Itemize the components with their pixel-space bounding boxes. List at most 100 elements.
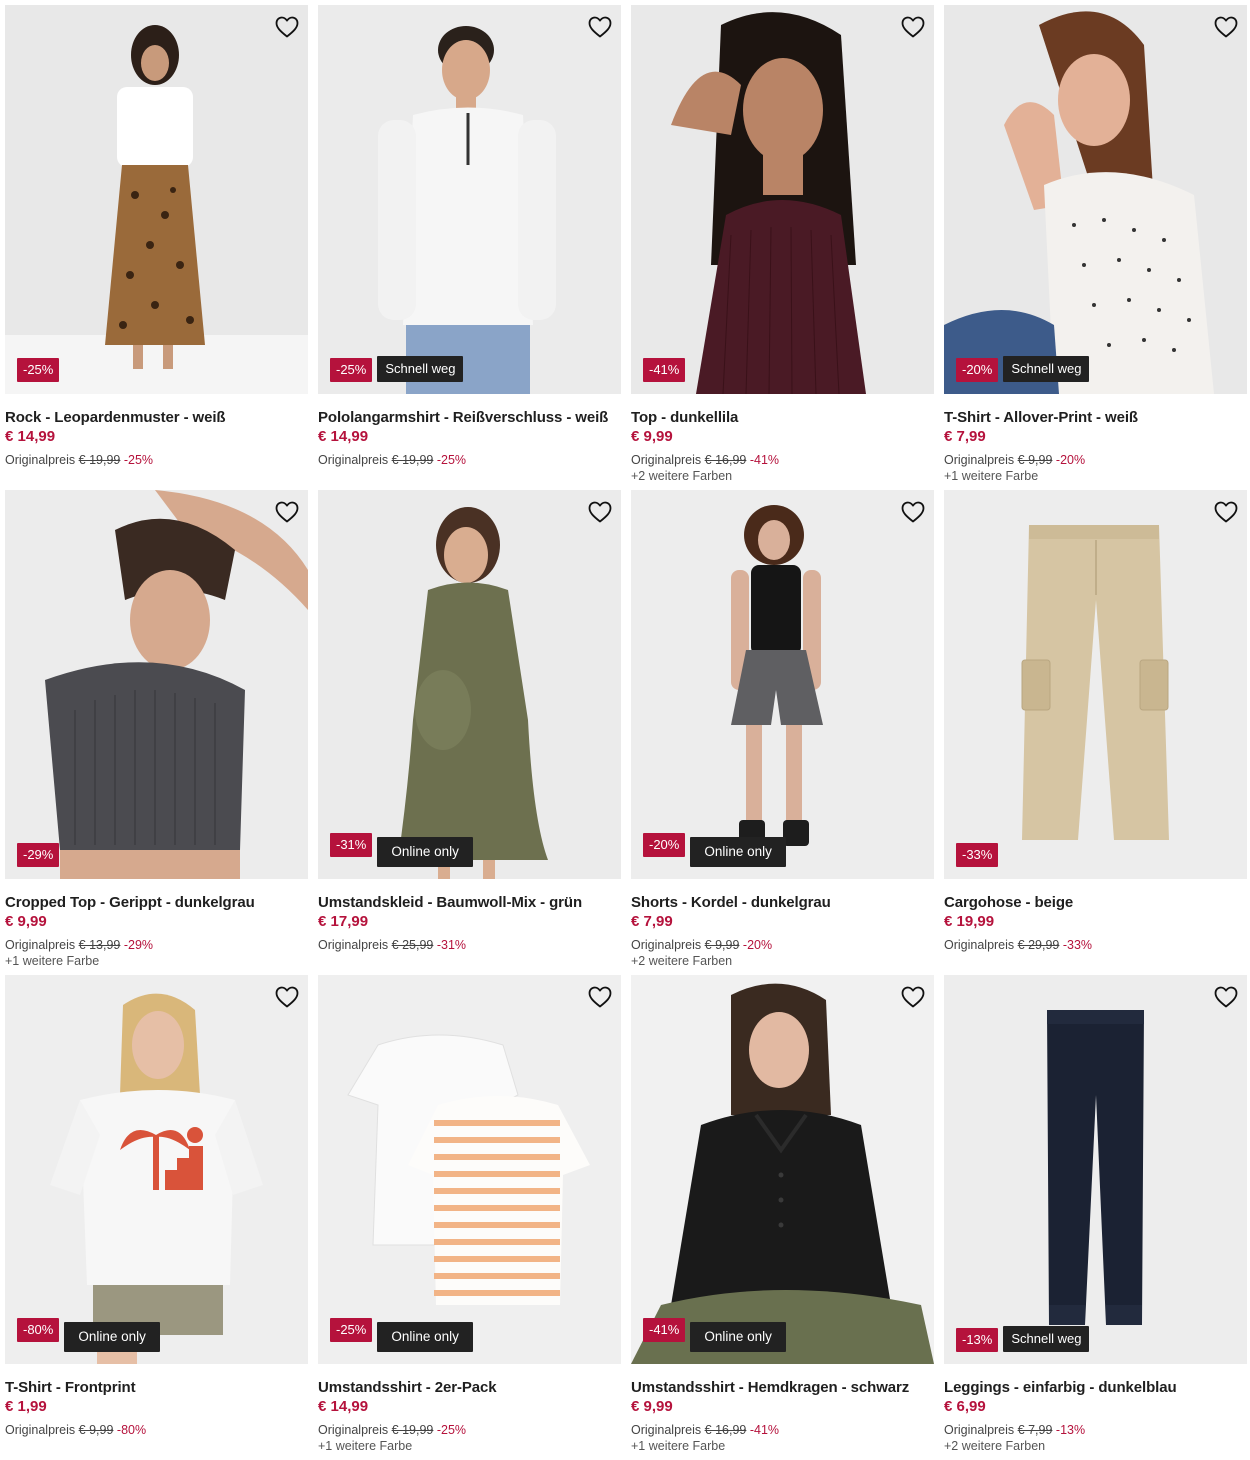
product-title[interactable]: Umstandskleid - Baumwoll-Mix - grün bbox=[318, 893, 621, 912]
more-colors[interactable]: +1 weitere Farbe bbox=[631, 1438, 934, 1454]
product-image[interactable]: -41% Online only bbox=[631, 975, 934, 1364]
product-title[interactable]: Cropped Top - Gerippt - dunkelgrau bbox=[5, 893, 308, 912]
product-image[interactable]: -80% Online only bbox=[5, 975, 308, 1364]
original-price: Originalpreis € 19,99 -25% bbox=[5, 452, 308, 468]
original-price-percent: -25% bbox=[436, 453, 467, 467]
product-photo bbox=[631, 5, 934, 394]
original-price-percent: -29% bbox=[123, 938, 154, 952]
heart-outline-icon bbox=[588, 501, 612, 523]
product-card[interactable]: -25% Rock - Leopardenmuster - weiß € 14,… bbox=[5, 5, 308, 490]
original-price-percent: -25% bbox=[436, 1423, 467, 1437]
product-card[interactable]: -33% Cargohose - beige € 19,99 Originalp… bbox=[944, 490, 1247, 975]
product-photo bbox=[631, 975, 934, 1364]
tag-badge: Schnell weg bbox=[1003, 1326, 1090, 1352]
wishlist-button[interactable] bbox=[1213, 14, 1239, 40]
product-title[interactable]: Shorts - Kordel - dunkelgrau bbox=[631, 893, 934, 912]
discount-badge: -33% bbox=[956, 843, 999, 867]
wishlist-button[interactable] bbox=[274, 984, 300, 1010]
product-card[interactable]: -41% Top - dunkellila € 9,99 Originalpre… bbox=[631, 5, 934, 490]
product-photo bbox=[318, 5, 621, 394]
product-price: € 19,99 bbox=[944, 913, 995, 930]
badge-group: -29% bbox=[17, 843, 60, 867]
product-price: € 7,99 bbox=[944, 428, 986, 445]
product-photo bbox=[631, 490, 934, 879]
product-card[interactable]: -25% Schnell weg Pololangarmshirt - Reiß… bbox=[318, 5, 621, 490]
product-title[interactable]: Umstandsshirt - 2er-Pack bbox=[318, 1378, 621, 1397]
original-price-percent: -25% bbox=[123, 453, 154, 467]
wishlist-button[interactable] bbox=[1213, 984, 1239, 1010]
product-title[interactable]: Cargohose - beige bbox=[944, 893, 1247, 912]
original-price-value: € 19,99 bbox=[391, 453, 434, 467]
more-colors[interactable]: +2 weitere Farben bbox=[631, 953, 934, 969]
product-price: € 9,99 bbox=[631, 428, 673, 445]
product-image[interactable]: -41% bbox=[631, 5, 934, 394]
wishlist-button[interactable] bbox=[587, 499, 613, 525]
product-card[interactable]: -31% Online only Umstandskleid - Baumwol… bbox=[318, 490, 621, 975]
badge-group: -33% bbox=[956, 843, 999, 867]
product-image[interactable]: -20% Online only bbox=[631, 490, 934, 879]
product-title[interactable]: T-Shirt - Allover-Print - weiß bbox=[944, 408, 1247, 427]
badge-group: -41% bbox=[643, 358, 686, 382]
wishlist-button[interactable] bbox=[274, 14, 300, 40]
tag-badge: Schnell weg bbox=[1003, 356, 1090, 382]
product-price: € 14,99 bbox=[5, 428, 56, 445]
product-title[interactable]: Rock - Leopardenmuster - weiß bbox=[5, 408, 308, 427]
product-card[interactable]: -29% Cropped Top - Gerippt - dunkelgrau … bbox=[5, 490, 308, 975]
product-photo bbox=[318, 975, 621, 1364]
product-title[interactable]: Top - dunkellila bbox=[631, 408, 934, 427]
wishlist-button[interactable] bbox=[900, 14, 926, 40]
heart-outline-icon bbox=[1214, 501, 1238, 523]
product-photo bbox=[944, 5, 1247, 394]
product-title[interactable]: Pololangarmshirt - Reißverschluss - weiß bbox=[318, 408, 621, 427]
more-colors[interactable]: +2 weitere Farben bbox=[631, 468, 934, 484]
more-colors[interactable]: +2 weitere Farben bbox=[944, 1438, 1247, 1454]
product-title[interactable]: Leggings - einfarbig - dunkelblau bbox=[944, 1378, 1247, 1397]
original-price-value: € 9,99 bbox=[1017, 453, 1053, 467]
original-price-label: Originalpreis bbox=[944, 1423, 1015, 1437]
more-colors[interactable]: +1 weitere Farbe bbox=[944, 468, 1247, 484]
heart-outline-icon bbox=[1214, 16, 1238, 38]
product-image[interactable]: -25% bbox=[5, 5, 308, 394]
wishlist-button[interactable] bbox=[274, 499, 300, 525]
product-photo bbox=[5, 5, 308, 394]
product-image[interactable]: -31% Online only bbox=[318, 490, 621, 879]
product-card[interactable]: -80% Online only T-Shirt - Frontprint € … bbox=[5, 975, 308, 1460]
product-card[interactable]: -20% Schnell weg T-Shirt - Allover-Print… bbox=[944, 5, 1247, 490]
product-title[interactable]: T-Shirt - Frontprint bbox=[5, 1378, 308, 1397]
product-image[interactable]: -25% Online only bbox=[318, 975, 621, 1364]
wishlist-button[interactable] bbox=[587, 984, 613, 1010]
product-image[interactable]: -13% Schnell weg bbox=[944, 975, 1247, 1364]
product-image[interactable]: -29% bbox=[5, 490, 308, 879]
badge-group: -25% Online only bbox=[330, 1318, 473, 1352]
wishlist-button[interactable] bbox=[587, 14, 613, 40]
product-grid: -25% Rock - Leopardenmuster - weiß € 14,… bbox=[5, 5, 1247, 1460]
product-image[interactable]: -33% bbox=[944, 490, 1247, 879]
badge-group: -41% Online only bbox=[643, 1318, 786, 1352]
product-card[interactable]: -20% Online only Shorts - Kordel - dunke… bbox=[631, 490, 934, 975]
wishlist-button[interactable] bbox=[900, 984, 926, 1010]
product-card[interactable]: -41% Online only Umstandsshirt - Hemdkra… bbox=[631, 975, 934, 1460]
wishlist-button[interactable] bbox=[1213, 499, 1239, 525]
original-price: Originalpreis € 19,99 -25% bbox=[318, 1422, 621, 1438]
product-card[interactable]: -25% Online only Umstandsshirt - 2er-Pac… bbox=[318, 975, 621, 1460]
product-image[interactable]: -25% Schnell weg bbox=[318, 5, 621, 394]
heart-outline-icon bbox=[275, 986, 299, 1008]
original-price-percent: -80% bbox=[116, 1423, 147, 1437]
product-price: € 7,99 bbox=[631, 913, 673, 930]
product-card[interactable]: -13% Schnell weg Leggings - einfarbig - … bbox=[944, 975, 1247, 1460]
heart-outline-icon bbox=[588, 16, 612, 38]
wishlist-button[interactable] bbox=[900, 499, 926, 525]
product-image[interactable]: -20% Schnell weg bbox=[944, 5, 1247, 394]
original-price-percent: -20% bbox=[1055, 453, 1086, 467]
more-colors[interactable]: +1 weitere Farbe bbox=[318, 1438, 621, 1454]
original-price: Originalpreis € 29,99 -33% bbox=[944, 937, 1247, 953]
original-price-label: Originalpreis bbox=[5, 453, 76, 467]
original-price-percent: -20% bbox=[742, 938, 773, 952]
product-price: € 9,99 bbox=[5, 913, 47, 930]
original-price-value: € 9,99 bbox=[704, 938, 740, 952]
discount-badge: -25% bbox=[17, 358, 60, 382]
more-colors[interactable]: +1 weitere Farbe bbox=[5, 953, 308, 969]
original-price-percent: -41% bbox=[749, 1423, 780, 1437]
product-title[interactable]: Umstandsshirt - Hemdkragen - schwarz bbox=[631, 1378, 934, 1397]
original-price-value: € 16,99 bbox=[704, 453, 747, 467]
